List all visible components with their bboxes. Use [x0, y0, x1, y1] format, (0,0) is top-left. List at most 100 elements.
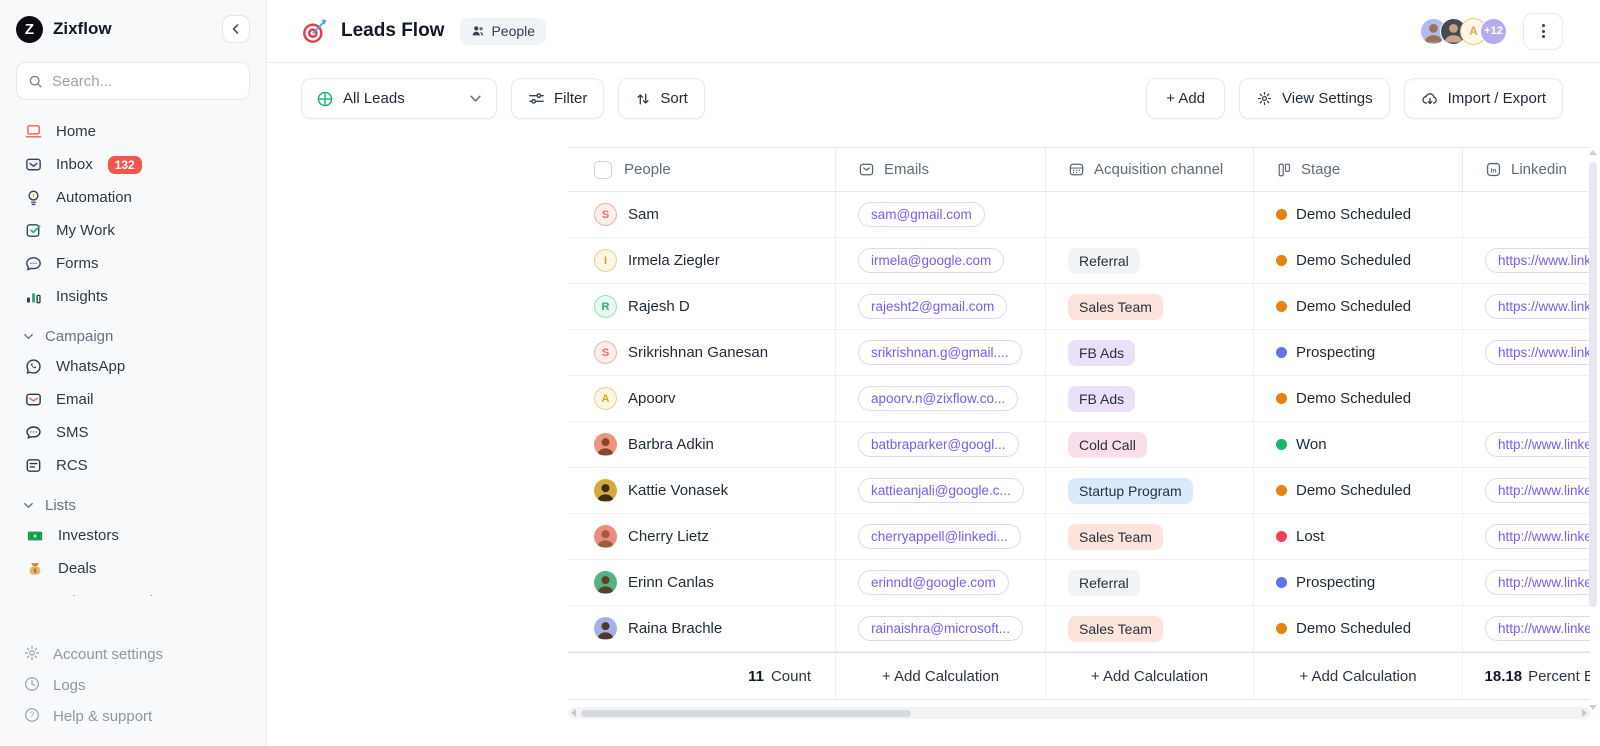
percent-empty-summary[interactable]: 18.18 Percent Empty [1463, 653, 1590, 699]
channel-tag[interactable]: FB Ads [1068, 386, 1135, 412]
email-pill[interactable]: kattieanjali@google.c... [858, 478, 1024, 503]
channel-tag[interactable]: Sales Team [1068, 616, 1163, 642]
sidebar-item-inbox[interactable]: Inbox 132 [16, 148, 250, 181]
linkedin-pill[interactable]: https://www.linkedin.... [1485, 340, 1590, 365]
view-selector-dropdown[interactable]: All Leads [301, 78, 497, 119]
email-pill[interactable]: batbraparker@googl... [858, 432, 1019, 457]
sidebar-item-automation[interactable]: Automation [16, 181, 250, 214]
email-pill[interactable]: cherryappell@linkedi... [858, 524, 1021, 549]
person-name: Sam [628, 206, 659, 223]
sidebar-item-logs[interactable]: Logs [16, 670, 250, 701]
sidebar-item-rcs[interactable]: RCS [16, 449, 250, 482]
chevron-down-icon [23, 500, 34, 511]
filter-icon [528, 90, 545, 107]
whatsapp-icon [23, 357, 43, 377]
sort-button[interactable]: Sort [618, 78, 705, 119]
sidebar-item-help-support[interactable]: ? Help & support [16, 701, 250, 732]
channel-tag[interactable]: Referral [1068, 570, 1140, 596]
section-lists[interactable]: Lists [23, 497, 250, 514]
email-pill[interactable]: rajesht2@gmail.com [858, 294, 1007, 319]
sidebar-item-clipped[interactable]: WhatsApp Subs [16, 585, 250, 596]
sidebar-item-my-work[interactable]: My Work [16, 214, 250, 247]
sidebar-item-insights[interactable]: Insights [16, 280, 250, 313]
email-pill[interactable]: rainaishra@microsoft... [858, 616, 1023, 641]
scroll-up-arrow[interactable] [1589, 150, 1597, 155]
more-options-button[interactable] [1523, 13, 1563, 50]
column-header-emails[interactable]: Emails [836, 148, 1046, 191]
cell-linkedin: http://www.linkedin.c... [1463, 422, 1590, 467]
channel-tag[interactable]: Referral [1068, 248, 1140, 274]
column-header-acquisition-channel[interactable]: Acquisition channel [1046, 148, 1254, 191]
channel-tag[interactable]: Cold Call [1068, 432, 1147, 458]
channel-tag[interactable]: Startup Program [1068, 478, 1193, 504]
add-button[interactable]: + Add [1146, 78, 1225, 119]
email-pill[interactable]: sam@gmail.com [858, 202, 985, 227]
sidebar-item-account-settings[interactable]: Account settings [16, 639, 250, 670]
question-circle-icon: ? [23, 706, 41, 728]
linkedin-pill[interactable]: http://www.linkedin.c... [1485, 432, 1590, 457]
table-row[interactable]: Erinn Canlaserinndt@google.comReferralPr… [568, 560, 1590, 606]
cell-email: apoorv.n@zixflow.co... [836, 376, 1046, 421]
linkedin-pill[interactable]: http://www.linkedin.c... [1485, 478, 1590, 503]
inbox-count-badge: 132 [108, 156, 142, 174]
channel-tag[interactable]: Sales Team [1068, 524, 1163, 550]
linkedin-pill[interactable]: http://www.linkedin.c... [1485, 524, 1590, 549]
vertical-scrollbar-thumb[interactable] [1589, 162, 1597, 607]
cell-linkedin: https://www.linkedin.... [1463, 284, 1590, 329]
scroll-down-arrow[interactable] [1589, 705, 1597, 710]
scroll-right-arrow[interactable] [1582, 709, 1587, 717]
select-field-icon [1068, 161, 1085, 178]
view-settings-button[interactable]: View Settings [1239, 78, 1390, 119]
sidebar-item-sms[interactable]: SMS [16, 416, 250, 449]
avatar-stack[interactable]: A +12 [1420, 18, 1507, 45]
column-header-people[interactable]: People [568, 148, 836, 191]
horizontal-scrollbar-thumb[interactable] [581, 710, 911, 717]
select-all-checkbox[interactable] [594, 161, 612, 179]
stage-label: Prospecting [1296, 574, 1375, 591]
column-header-linkedin[interactable]: in Linkedin [1463, 148, 1590, 191]
add-calculation-channel[interactable]: + Add Calculation [1046, 653, 1254, 699]
cell-stage: Won [1254, 422, 1463, 467]
search-input-wrap[interactable] [16, 62, 250, 100]
add-calculation-emails[interactable]: + Add Calculation [836, 653, 1046, 699]
search-input[interactable] [52, 73, 238, 90]
email-pill[interactable]: apoorv.n@zixflow.co... [858, 386, 1018, 411]
table-row[interactable]: SSrikrishnan Ganesansrikrishnan.g@gmail.… [568, 330, 1590, 376]
vertical-scrollbar[interactable] [1589, 150, 1598, 702]
email-pill[interactable]: irmela@google.com [858, 248, 1004, 273]
email-pill[interactable]: erinndt@google.com [858, 570, 1009, 595]
sidebar-item-investors[interactable]: Investors [16, 519, 250, 552]
linkedin-pill[interactable]: https://www.linkedin.... [1485, 248, 1590, 273]
channel-tag[interactable]: FB Ads [1068, 340, 1135, 366]
linkedin-pill[interactable]: http://www.linkedin.c... [1485, 616, 1590, 641]
cell-acquisition-channel: Cold Call [1046, 422, 1254, 467]
table-row[interactable]: Cherry Lietzcherryappell@linkedi...Sales… [568, 514, 1590, 560]
sidebar-item-whatsapp[interactable]: WhatsApp [16, 350, 250, 383]
import-export-button[interactable]: Import / Export [1404, 78, 1563, 119]
scroll-left-arrow[interactable] [571, 709, 576, 717]
section-campaign[interactable]: Campaign [23, 328, 250, 345]
filter-button[interactable]: Filter [511, 78, 604, 119]
cell-acquisition-channel: Referral [1046, 560, 1254, 605]
table-row[interactable]: IIrmela Zieglerirmela@google.comReferral… [568, 238, 1590, 284]
table-row[interactable]: SSamsam@gmail.comDemo Scheduled [568, 192, 1590, 238]
sidebar-item-forms[interactable]: Forms [16, 247, 250, 280]
page-title: Leads Flow [341, 20, 444, 42]
table-row[interactable]: Kattie Vonasekkattieanjali@google.c...St… [568, 468, 1590, 514]
table-row[interactable]: Raina Brachlerainaishra@microsoft...Sale… [568, 606, 1590, 652]
sidebar-item-deals[interactable]: $ Deals [16, 552, 250, 585]
sidebar-item-email[interactable]: Email [16, 383, 250, 416]
email-pill[interactable]: srikrishnan.g@gmail.... [858, 340, 1022, 365]
sidebar-collapse-button[interactable] [222, 15, 250, 43]
channel-tag[interactable]: Sales Team [1068, 294, 1163, 320]
linkedin-pill[interactable]: https://www.linkedin.... [1485, 294, 1590, 319]
sidebar-item-home[interactable]: Home [16, 115, 250, 148]
table-row[interactable]: AApoorvapoorv.n@zixflow.co...FB AdsDemo … [568, 376, 1590, 422]
table-row[interactable]: RRajesh Drajesht2@gmail.comSales TeamDem… [568, 284, 1590, 330]
add-calculation-stage[interactable]: + Add Calculation [1254, 653, 1463, 699]
people-tag[interactable]: People [460, 18, 546, 45]
linkedin-pill[interactable]: http://www.linkedin.c... [1485, 570, 1590, 595]
column-header-stage[interactable]: Stage [1254, 148, 1463, 191]
table-row[interactable]: Barbra Adkinbatbraparker@googl...Cold Ca… [568, 422, 1590, 468]
horizontal-scrollbar[interactable] [568, 707, 1590, 719]
